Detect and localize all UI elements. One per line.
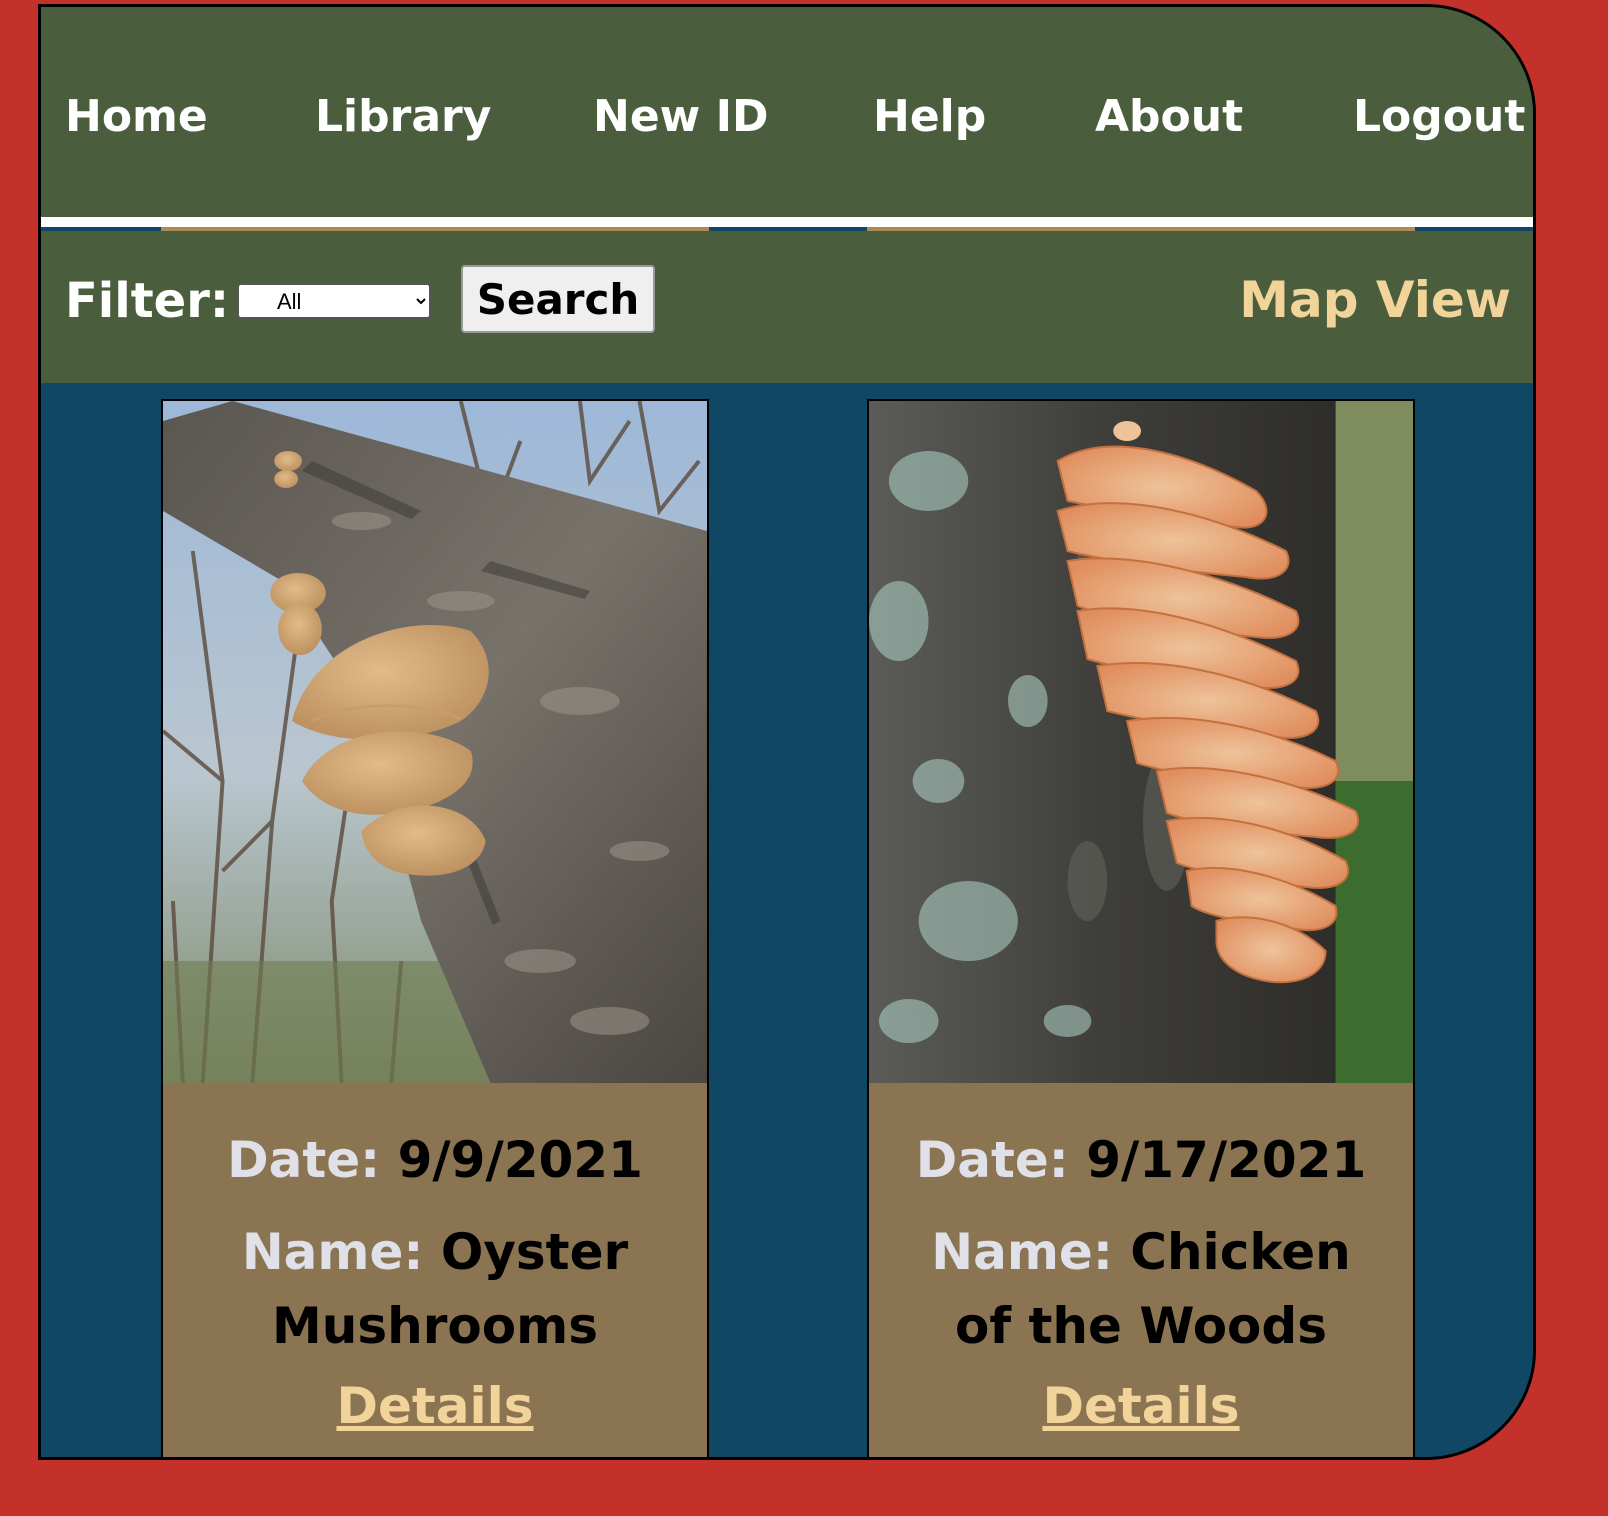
filter-bar: Filter: All Search Map View [41, 231, 1533, 383]
date-value: 9/9/2021 [397, 1131, 643, 1189]
card-date: Date: 9/17/2021 [869, 1123, 1413, 1197]
card-date: Date: 9/9/2021 [163, 1123, 707, 1197]
card-name: Name: Oyster Mushrooms [163, 1215, 707, 1363]
card-info: Date: 9/17/2021 Name: Chicken of the Woo… [869, 1083, 1413, 1457]
nav-divider [41, 217, 1533, 227]
date-label: Date: [915, 1131, 1069, 1189]
nav-help-link[interactable]: Help [873, 91, 986, 142]
details-link[interactable]: Details [336, 1377, 533, 1435]
chicken-of-the-woods-photo [869, 401, 1413, 1083]
card-info: Date: 9/9/2021 Name: Oyster Mushrooms De… [163, 1083, 707, 1457]
name-label: Name: [241, 1223, 424, 1281]
app-frame: Home Library New ID Help About Logout Fi… [38, 4, 1536, 1460]
mushroom-card[interactable]: Date: 9/17/2021 Name: Chicken of the Woo… [867, 399, 1415, 1457]
nav-new-id-link[interactable]: New ID [593, 91, 769, 142]
nav-logout-link[interactable]: Logout [1353, 91, 1525, 142]
mushroom-card[interactable]: Date: 9/9/2021 Name: Oyster Mushrooms De… [161, 399, 709, 1457]
details-link[interactable]: Details [1042, 1377, 1239, 1435]
map-view-link[interactable]: Map View [1239, 271, 1511, 329]
nav-about-link[interactable]: About [1095, 91, 1243, 142]
date-label: Date: [227, 1131, 381, 1189]
filter-label: Filter: [65, 273, 230, 329]
date-value: 9/17/2021 [1086, 1131, 1367, 1189]
nav-home-link[interactable]: Home [65, 91, 208, 142]
name-label: Name: [931, 1223, 1113, 1281]
card-name: Name: Chicken of the Woods [869, 1215, 1413, 1363]
search-button[interactable]: Search [461, 265, 655, 333]
top-nav: Home Library New ID Help About Logout [41, 7, 1533, 217]
oyster-mushroom-photo [163, 401, 707, 1083]
filter-select[interactable]: All [237, 283, 431, 319]
nav-library-link[interactable]: Library [315, 91, 491, 142]
